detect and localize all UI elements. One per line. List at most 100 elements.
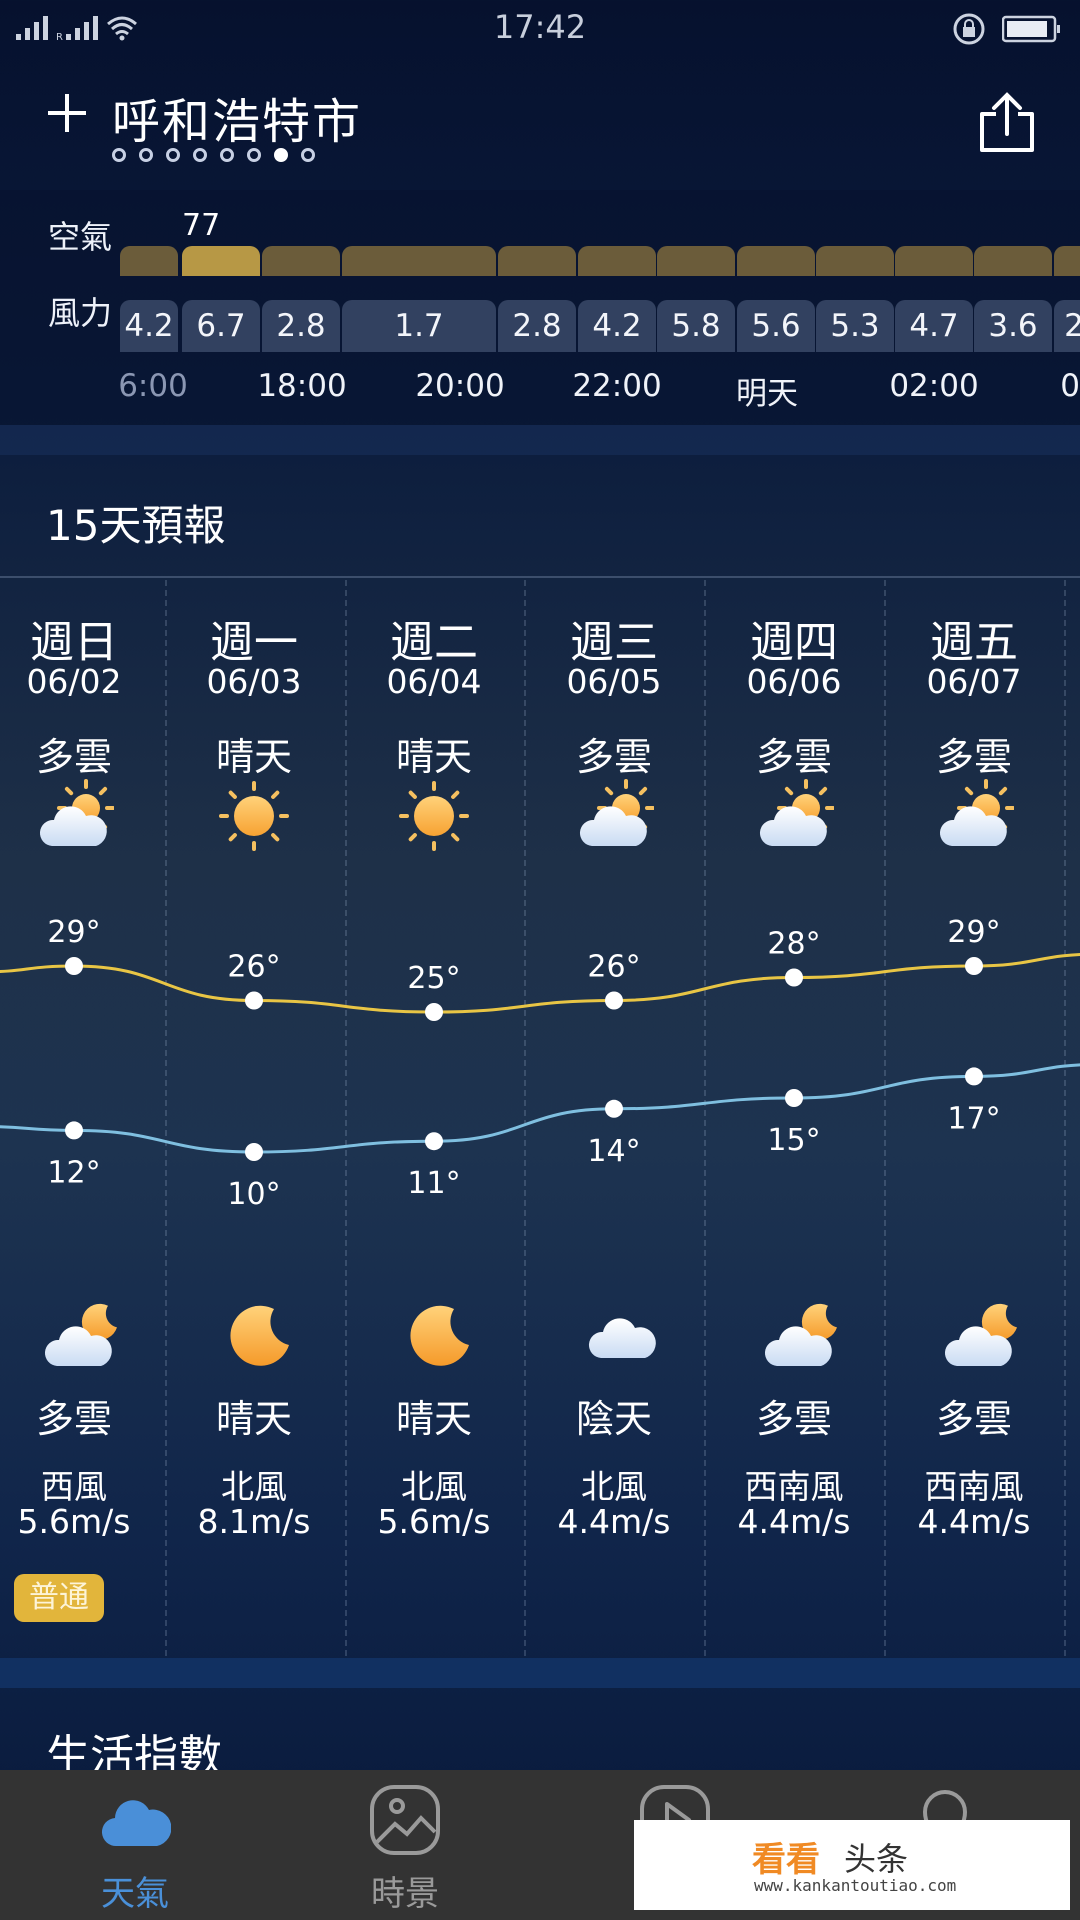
- low-temp-label: 17°: [947, 1101, 1000, 1136]
- low-temp-point: [965, 1067, 983, 1086]
- high-temp-label: 29°: [947, 915, 1000, 950]
- day-date: 06/07: [926, 662, 1022, 701]
- battery-icon: [1002, 15, 1060, 43]
- moon-icon: [230, 1305, 289, 1366]
- day-condition: 多雲: [575, 735, 652, 779]
- high-temp-label: 26°: [587, 950, 640, 985]
- page-dot[interactable]: [247, 148, 261, 162]
- partly-cloudy-day-icon: [39, 779, 114, 846]
- low-temp-label: 15°: [767, 1123, 820, 1158]
- high-temp-point: [425, 1003, 443, 1021]
- sunny-icon: [219, 781, 289, 851]
- watermark: 看看 头条 www.kankantoutiao.com: [634, 1820, 1070, 1910]
- partly-cloudy-night-icon: [44, 1303, 117, 1366]
- high-temp-label: 28°: [767, 927, 820, 962]
- wind-cell: 5.8: [657, 300, 735, 352]
- cloud-icon: [101, 1800, 171, 1847]
- wind-speed: 5.6m/s: [377, 1502, 491, 1541]
- wind-direction: 北風: [581, 1467, 647, 1506]
- page-dot[interactable]: [139, 148, 153, 162]
- hourly-strip[interactable]: 空氣 風力 77 4.2 6.7 2.8 1.7 2.8 4.2 5.8 5.6 5.3 4.7 3…: [0, 190, 1080, 425]
- moon-icon: [410, 1305, 469, 1366]
- night-condition: 晴天: [395, 1397, 472, 1441]
- rotation-lock-icon: [953, 13, 985, 45]
- partly-cloudy-day-icon: [759, 779, 834, 846]
- wind-cell: 1.7: [342, 300, 496, 352]
- day-date: 06/06: [746, 662, 842, 701]
- nav-label: 天氣: [101, 1874, 169, 1914]
- hourly-time-label: 04: [1060, 368, 1080, 404]
- partly-cloudy-day-icon: [939, 779, 1014, 846]
- aqi-bar: [657, 246, 735, 276]
- section-separator: [0, 425, 1080, 455]
- high-temp-label: 26°: [227, 950, 280, 985]
- day-name: 週日: [30, 617, 118, 668]
- nav-label: 時景: [371, 1874, 439, 1914]
- high-temp-point: [965, 957, 983, 975]
- nav-weather[interactable]: 天氣: [0, 1770, 270, 1920]
- aqi-bar: [578, 246, 656, 276]
- low-temp-point: [785, 1089, 803, 1107]
- partly-cloudy-night-icon: [764, 1303, 837, 1366]
- low-temp-label: 14°: [587, 1134, 640, 1169]
- low-temp-label: 12°: [47, 1155, 100, 1190]
- page-dot[interactable]: [193, 148, 207, 162]
- add-city-button[interactable]: [42, 88, 92, 138]
- page-indicator[interactable]: [112, 148, 315, 162]
- air-quality-label: 空氣: [48, 218, 113, 256]
- watermark-title: 看看: [752, 1840, 820, 1880]
- city-name: 呼和浩特市: [112, 94, 363, 150]
- day-name: 週四: [750, 617, 838, 668]
- high-temp-point: [245, 991, 263, 1010]
- aqi-bar: [895, 246, 973, 276]
- low-temp-point: [245, 1143, 263, 1161]
- hourly-time-label: 6:00: [118, 368, 188, 404]
- wind-speed: 4.4m/s: [557, 1502, 671, 1541]
- wind-direction: 北風: [221, 1467, 287, 1506]
- aqi-bar: [262, 246, 340, 276]
- clock: 17:42: [493, 8, 587, 46]
- hourly-time-label: 22:00: [572, 368, 662, 404]
- high-temp-line: [0, 953, 1080, 1014]
- page-dot[interactable]: [112, 148, 126, 162]
- wind-speed: 8.1m/s: [197, 1502, 311, 1541]
- forecast-title: 15天預報: [46, 501, 226, 550]
- page-dot[interactable]: [166, 148, 180, 162]
- day-name: 週五: [930, 617, 1018, 668]
- wind-speed: 5.6m/s: [17, 1502, 131, 1541]
- share-button[interactable]: [978, 92, 1036, 152]
- wind-cell: 5.6: [737, 300, 815, 352]
- watermark-title2: 头条: [844, 1840, 909, 1878]
- high-temp-label: 29°: [47, 915, 100, 950]
- nav-scenery[interactable]: 時景: [270, 1770, 540, 1920]
- aqi-value: 77: [182, 208, 221, 243]
- divider: [0, 576, 1080, 578]
- landscape-photo-icon: [370, 1785, 440, 1855]
- sunny-icon: [399, 781, 469, 851]
- low-temp-label: 10°: [227, 1177, 280, 1212]
- high-temp-point: [785, 968, 803, 987]
- page-dot[interactable]: [274, 148, 288, 162]
- wind-cell: 4.2: [120, 300, 178, 352]
- section-separator: [0, 1658, 1080, 1688]
- wind-cell: 4.7: [895, 300, 973, 352]
- page-dot[interactable]: [220, 148, 234, 162]
- day-condition: 晴天: [395, 735, 472, 779]
- high-temp-point: [65, 957, 83, 975]
- wind-cell: 6.7: [182, 300, 260, 352]
- day-condition: 多雲: [935, 735, 1012, 779]
- night-condition: 多雲: [935, 1397, 1012, 1441]
- hourly-time-label: 02:00: [889, 368, 979, 404]
- page-dot[interactable]: [301, 148, 315, 162]
- watermark-url: www.kankantoutiao.com: [754, 1876, 957, 1895]
- hourly-time-label: 明天: [736, 376, 798, 412]
- low-temp-point: [605, 1099, 623, 1118]
- low-temp-point: [425, 1132, 443, 1151]
- partly-cloudy-night-icon: [944, 1303, 1017, 1366]
- partly-cloudy-day-icon: [579, 779, 654, 846]
- aqi-bar: [182, 246, 260, 276]
- wind-cell: 2.8: [262, 300, 340, 352]
- day-condition: 多雲: [755, 735, 832, 779]
- aqi-bar: [974, 246, 1052, 276]
- wind-direction: 西南風: [924, 1467, 1024, 1506]
